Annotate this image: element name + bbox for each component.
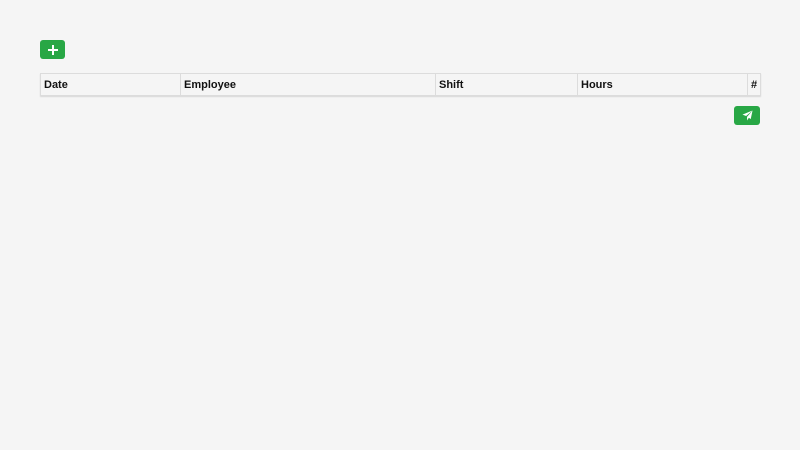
paper-plane-icon — [741, 110, 753, 121]
column-header-number[interactable]: # — [748, 74, 761, 96]
table-header-row: Date Employee Shift Hours # — [40, 73, 761, 96]
add-row-button[interactable] — [40, 40, 65, 59]
column-header-hours[interactable]: Hours — [577, 73, 748, 96]
send-button[interactable] — [734, 106, 760, 125]
schedule-table: Date Employee Shift Hours # — [40, 73, 761, 96]
plus-icon — [47, 44, 58, 55]
column-header-employee[interactable]: Employee — [180, 73, 436, 96]
column-header-date[interactable]: Date — [40, 73, 181, 96]
column-header-shift[interactable]: Shift — [435, 73, 578, 96]
page: Date Employee Shift Hours # — [0, 0, 800, 450]
